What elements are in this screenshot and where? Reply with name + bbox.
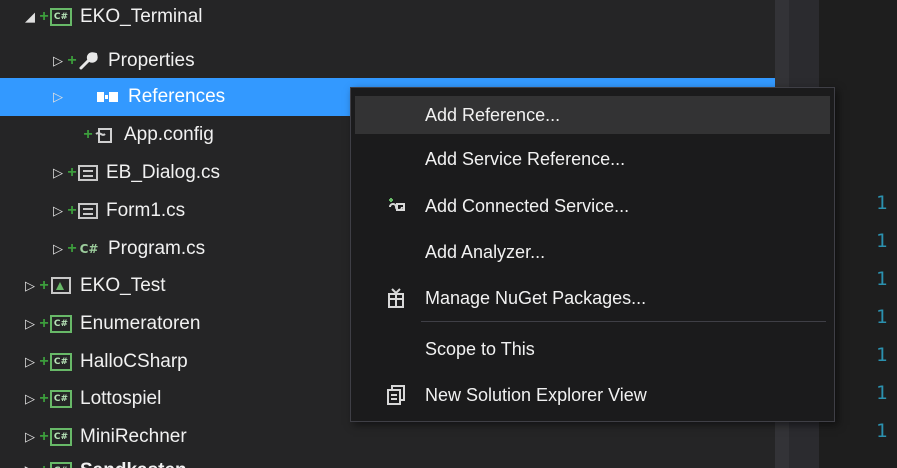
tree-item-label: Lottospiel xyxy=(80,388,162,409)
pending-add-icon: + xyxy=(39,428,49,445)
context-menu: Add Reference... Add Service Reference..… xyxy=(350,87,835,422)
test-project-icon xyxy=(50,276,72,296)
line-number: 1 xyxy=(876,230,888,252)
collapsed-arrow-icon[interactable]: ▷ xyxy=(50,87,66,107)
pending-add-icon: + xyxy=(39,8,49,25)
collapsed-arrow-icon[interactable]: ▷ xyxy=(22,461,38,468)
config-icon xyxy=(94,125,116,145)
line-number: 1 xyxy=(876,344,888,366)
menu-item-add-analyzer[interactable]: Add Analyzer... xyxy=(355,233,830,271)
tree-item-label: References xyxy=(128,86,226,107)
collapsed-arrow-icon[interactable]: ▷ xyxy=(22,389,38,409)
tree-item-label: Form1.cs xyxy=(106,200,186,221)
pending-add-icon: + xyxy=(67,164,77,181)
connected-service-icon xyxy=(385,195,407,217)
tree-item-label: Properties xyxy=(108,50,195,71)
menu-separator xyxy=(421,321,826,322)
nuget-icon xyxy=(385,287,407,309)
menu-item-label: Scope to This xyxy=(425,338,535,359)
pending-add-icon: + xyxy=(39,390,49,407)
csharp-project-icon: C# xyxy=(50,390,72,408)
wrench-icon xyxy=(78,51,100,71)
menu-item-label: Add Analyzer... xyxy=(425,241,546,262)
csharp-project-icon: C# xyxy=(50,8,72,26)
menu-item-label: Add Connected Service... xyxy=(425,195,630,216)
line-number: 1 xyxy=(876,420,888,442)
csharp-project-icon: C# xyxy=(50,353,72,371)
tree-item-label: MiniRechner xyxy=(80,426,187,447)
pending-add-icon: + xyxy=(39,353,49,370)
pending-add-icon: + xyxy=(83,126,93,143)
expanded-arrow-icon[interactable]: ◢ xyxy=(22,7,38,27)
csharp-project-icon: C# xyxy=(50,462,72,468)
tree-item-label: Enumeratoren xyxy=(80,313,201,334)
line-number: 1 xyxy=(876,192,888,214)
menu-item-label: Add Service Reference... xyxy=(425,148,626,169)
menu-item-label: New Solution Explorer View xyxy=(425,384,647,405)
form-icon xyxy=(78,203,98,219)
new-view-icon xyxy=(385,384,407,406)
menu-item-label: Add Reference... xyxy=(425,104,561,125)
collapsed-arrow-icon[interactable]: ▷ xyxy=(50,51,66,71)
tree-item-label: HalloCSharp xyxy=(80,351,188,372)
menu-item-add-connected-service[interactable]: Add Connected Service... xyxy=(355,187,830,225)
menu-item-new-solution-explorer-view[interactable]: New Solution Explorer View xyxy=(355,376,830,414)
csharp-file-icon: C# xyxy=(79,242,99,256)
tree-item-eko-terminal[interactable]: ◢ + C# EKO_Terminal xyxy=(0,0,797,36)
menu-item-add-service-reference[interactable]: Add Service Reference... xyxy=(355,140,830,178)
tree-item-minirechner[interactable]: ▷ + C# MiniRechner xyxy=(0,418,797,456)
tree-item-label: App.config xyxy=(124,124,214,145)
collapsed-arrow-icon[interactable]: ▷ xyxy=(22,276,38,296)
line-number: 1 xyxy=(876,268,888,290)
csharp-project-icon: C# xyxy=(50,428,72,446)
tree-item-label: Sandkasten xyxy=(80,460,187,468)
collapsed-arrow-icon[interactable]: ▷ xyxy=(50,201,66,221)
pending-add-icon: + xyxy=(67,202,77,219)
tree-item-properties[interactable]: ▷ + Properties xyxy=(0,42,825,80)
tree-item-label: EKO_Terminal xyxy=(80,6,203,27)
form-icon xyxy=(78,165,98,181)
tree-item-label: EB_Dialog.cs xyxy=(106,162,221,183)
collapsed-arrow-icon[interactable]: ▷ xyxy=(50,239,66,259)
pending-add-icon: + xyxy=(39,277,49,294)
collapsed-arrow-icon[interactable]: ▷ xyxy=(22,427,38,447)
menu-item-scope-to-this[interactable]: Scope to This xyxy=(355,330,830,368)
pending-add-icon: + xyxy=(39,315,49,332)
collapsed-arrow-icon[interactable]: ▷ xyxy=(50,163,66,183)
menu-item-manage-nuget[interactable]: Manage NuGet Packages... xyxy=(355,279,830,317)
line-number: 1 xyxy=(876,382,888,404)
tree-item-sandkasten[interactable]: ▷ + C# Sandkasten xyxy=(0,452,797,468)
menu-item-label: Manage NuGet Packages... xyxy=(425,287,647,308)
menu-item-add-reference[interactable]: Add Reference... xyxy=(355,96,830,134)
pending-add-icon: + xyxy=(67,240,77,257)
collapsed-arrow-icon[interactable]: ▷ xyxy=(22,314,38,334)
pending-add-icon: + xyxy=(67,52,77,69)
ide-window: ◢ + C# EKO_Terminal ▷ + Properties ▷ Ref… xyxy=(0,0,897,468)
csharp-project-icon: C# xyxy=(50,315,72,333)
line-number: 1 xyxy=(876,306,888,328)
tree-item-label: EKO_Test xyxy=(80,275,166,296)
pending-add-icon: + xyxy=(38,462,50,468)
references-icon xyxy=(96,89,120,105)
collapsed-arrow-icon[interactable]: ▷ xyxy=(22,352,38,372)
tree-item-label: Program.cs xyxy=(108,238,206,259)
